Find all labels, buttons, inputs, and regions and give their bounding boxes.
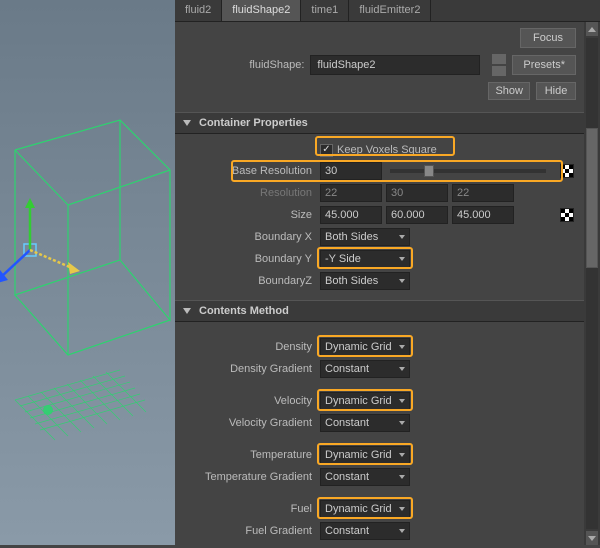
resolution-x: [320, 184, 382, 202]
tab-fluidshape2[interactable]: fluidShape2: [222, 0, 301, 21]
density-label: Density: [175, 341, 320, 353]
size-z[interactable]: [452, 206, 514, 224]
resolution-label: Resolution: [175, 187, 320, 199]
load-icon[interactable]: [492, 54, 506, 64]
presets-button[interactable]: Presets*: [512, 55, 576, 75]
fuel-label: Fuel: [175, 503, 320, 515]
velocity-label: Velocity: [175, 395, 320, 407]
velocity-gradient-dropdown[interactable]: Constant: [320, 414, 410, 432]
node-tabs: fluid2 fluidShape2 time1 fluidEmitter2: [175, 0, 600, 22]
section-title: Container Properties: [199, 117, 308, 129]
focus-button[interactable]: Focus: [520, 28, 576, 48]
chevron-down-icon: [399, 235, 405, 239]
base-resolution-input[interactable]: [320, 162, 382, 180]
boundary-z-label: BoundaryZ: [175, 275, 320, 287]
chevron-down-icon: [399, 367, 405, 371]
map-swatch-icon[interactable]: [560, 164, 574, 178]
attribute-editor-panel: fluid2 fluidShape2 time1 fluidEmitter2 F…: [175, 0, 600, 545]
section-title: Contents Method: [199, 305, 289, 317]
base-resolution-slider[interactable]: [390, 169, 546, 173]
temperature-gradient-label: Temperature Gradient: [175, 471, 320, 483]
velocity-gradient-label: Velocity Gradient: [175, 417, 320, 429]
show-button[interactable]: Show: [488, 82, 530, 100]
fuel-gradient-dropdown[interactable]: Constant: [320, 522, 410, 540]
viewport-3d[interactable]: [0, 0, 175, 545]
size-x[interactable]: [320, 206, 382, 224]
size-y[interactable]: [386, 206, 448, 224]
scrollbar-vertical[interactable]: [584, 22, 600, 545]
shape-name-label: fluidShape:: [224, 59, 304, 71]
scroll-up-button[interactable]: [586, 22, 598, 36]
scroll-track[interactable]: [586, 38, 598, 529]
fuel-gradient-label: Fuel Gradient: [175, 525, 320, 537]
shape-name-input[interactable]: [310, 55, 480, 75]
resolution-z: [452, 184, 514, 202]
chevron-down-icon: [183, 308, 191, 314]
fuel-dropdown[interactable]: Dynamic Grid: [320, 500, 410, 518]
chevron-down-icon: [399, 257, 405, 261]
chevron-down-icon: [399, 421, 405, 425]
scroll-down-button[interactable]: [586, 531, 598, 545]
keep-voxels-checkbox[interactable]: ✓: [320, 144, 333, 157]
boundary-z-dropdown[interactable]: Both Sides: [320, 272, 410, 290]
chevron-down-icon: [399, 399, 405, 403]
chevron-down-icon: [399, 345, 405, 349]
boundary-y-dropdown[interactable]: -Y Side: [320, 250, 410, 268]
velocity-dropdown[interactable]: Dynamic Grid: [320, 392, 410, 410]
temperature-dropdown[interactable]: Dynamic Grid: [320, 446, 410, 464]
size-label: Size: [175, 209, 320, 221]
chevron-down-icon: [399, 475, 405, 479]
boundary-y-label: Boundary Y: [175, 253, 320, 265]
boundary-x-label: Boundary X: [175, 231, 320, 243]
chevron-down-icon: [399, 529, 405, 533]
save-icon[interactable]: [492, 66, 506, 76]
tab-fluidemitter2[interactable]: fluidEmitter2: [349, 0, 431, 21]
density-dropdown[interactable]: Dynamic Grid: [320, 338, 410, 356]
temperature-gradient-dropdown[interactable]: Constant: [320, 468, 410, 486]
chevron-down-icon: [399, 507, 405, 511]
map-swatch-icon[interactable]: [560, 208, 574, 222]
scroll-thumb[interactable]: [586, 128, 598, 268]
hide-button[interactable]: Hide: [536, 82, 576, 100]
temperature-label: Temperature: [175, 449, 320, 461]
chevron-down-icon: [399, 279, 405, 283]
chevron-down-icon: [399, 453, 405, 457]
density-gradient-label: Density Gradient: [175, 363, 320, 375]
tab-fluid2[interactable]: fluid2: [175, 0, 222, 21]
boundary-x-dropdown[interactable]: Both Sides: [320, 228, 410, 246]
base-resolution-label: Base Resolution: [175, 165, 320, 177]
chevron-down-icon: [183, 120, 191, 126]
keep-voxels-label: Keep Voxels Square: [337, 144, 437, 156]
section-container-properties[interactable]: Container Properties: [175, 112, 584, 134]
section-contents-method[interactable]: Contents Method: [175, 300, 584, 322]
density-gradient-dropdown[interactable]: Constant: [320, 360, 410, 378]
resolution-y: [386, 184, 448, 202]
tab-time1[interactable]: time1: [301, 0, 349, 21]
